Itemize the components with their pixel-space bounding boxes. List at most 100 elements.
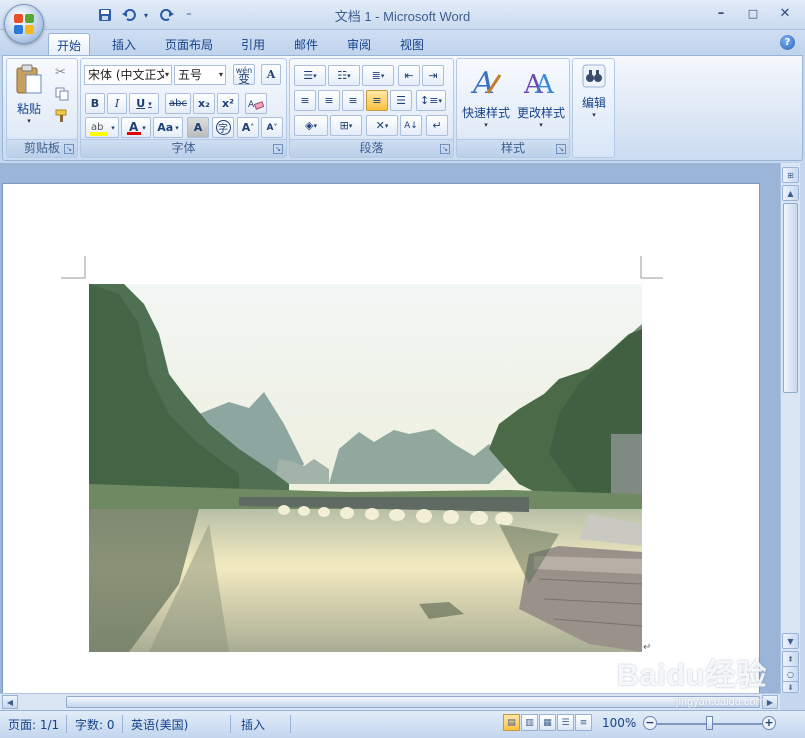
phonetic-char-icon: 变: [237, 71, 250, 86]
editing-button[interactable]: 编辑 ▾: [575, 63, 613, 119]
language[interactable]: 英语(美国): [131, 716, 188, 733]
chevron-down-icon: ▾: [175, 123, 179, 132]
tab-mailings[interactable]: 邮件: [286, 33, 326, 56]
show-marks-button[interactable]: ↵: [426, 115, 448, 136]
insert-mode[interactable]: 插入: [241, 716, 265, 733]
justify-button[interactable]: ≡: [366, 90, 388, 111]
page-count[interactable]: 页面: 1/1: [8, 716, 59, 733]
office-logo-icon: [14, 14, 34, 34]
tab-home[interactable]: 开始: [48, 33, 91, 56]
outline-view-icon[interactable]: ☰: [557, 714, 574, 731]
tab-references[interactable]: 引用: [233, 33, 273, 56]
align-center-icon: ≡: [324, 94, 334, 107]
font-name-value: 宋体 (中文正文: [88, 68, 164, 82]
sort-button[interactable]: A↓: [400, 115, 422, 136]
font-size-combo[interactable]: 五号 ▾: [174, 65, 226, 85]
cut-icon[interactable]: ✂: [55, 65, 66, 80]
help-icon[interactable]: ?: [780, 35, 795, 50]
scroll-up-button[interactable]: ▲: [782, 185, 799, 201]
increase-indent-button[interactable]: ⇥: [422, 65, 444, 86]
document-page[interactable]: ↵: [2, 183, 760, 693]
paste-button[interactable]: 粘贴 ▾: [11, 63, 47, 125]
vertical-scrollbar[interactable]: ⊞ ▲ ▼ ⇞ ○ ⇟: [780, 163, 800, 693]
underline-button[interactable]: U ▾: [129, 93, 159, 114]
line-spacing-button[interactable]: ↕≡ ▾: [416, 90, 446, 111]
quick-styles-button[interactable]: A 快速样式 ▾: [459, 65, 513, 129]
office-button[interactable]: [4, 4, 44, 44]
strikethrough-button[interactable]: abc: [165, 93, 191, 114]
font-color-button[interactable]: A ▾: [121, 117, 151, 138]
word-count[interactable]: 字数: 0: [75, 716, 115, 733]
font-launcher-icon[interactable]: ↘: [273, 144, 283, 154]
increase-indent-icon: ⇥: [428, 69, 438, 82]
minimize-button[interactable]: –: [709, 4, 733, 22]
tab-view[interactable]: 视图: [392, 33, 432, 56]
paste-dropdown-icon: ▾: [27, 117, 31, 125]
baidu-watermark: Baidu经验: [617, 659, 768, 692]
highlight-button[interactable]: ab ▾: [85, 117, 119, 138]
clipboard-launcher-icon[interactable]: ↘: [64, 144, 74, 154]
shrink-font-button[interactable]: A ˅: [261, 117, 283, 138]
landscape-photo[interactable]: [89, 284, 642, 652]
change-styles-button[interactable]: AA 更改样式 ▾: [513, 65, 569, 129]
chevron-down-icon: ▾: [384, 121, 389, 130]
print-layout-view-icon[interactable]: ▤: [503, 714, 520, 731]
bullets-button[interactable]: ☰ ▾: [294, 65, 326, 86]
format-painter-icon[interactable]: [55, 109, 71, 126]
next-page-button[interactable]: ⇟: [782, 681, 799, 693]
arrow-down-icon: ˅: [273, 123, 278, 132]
grow-font-button[interactable]: A ˄: [237, 117, 259, 138]
decrease-indent-button[interactable]: ⇤: [398, 65, 420, 86]
zoom-in-button[interactable]: +: [762, 716, 776, 730]
editing-label: 编辑: [581, 96, 606, 110]
previous-page-button[interactable]: ⇞: [782, 651, 799, 667]
maximize-button[interactable]: □: [741, 4, 765, 22]
status-divider: [230, 715, 231, 733]
styles-launcher-icon[interactable]: ↘: [556, 144, 566, 154]
italic-button[interactable]: I: [107, 93, 127, 114]
shading-button[interactable]: ◈ ▾: [294, 115, 328, 136]
align-center-button[interactable]: ≡: [318, 90, 340, 111]
borders-icon: ⊞: [339, 119, 349, 132]
scrollbar-thumb[interactable]: [783, 203, 798, 393]
bold-button[interactable]: B: [85, 93, 105, 114]
ruler-toggle-icon[interactable]: ⊞: [782, 167, 799, 183]
borders-button[interactable]: ⊞ ▾: [330, 115, 362, 136]
quick-styles-icon: A: [470, 66, 502, 101]
web-layout-icon[interactable]: ▦: [539, 714, 556, 731]
copy-icon[interactable]: [55, 87, 69, 104]
zoom-slider-thumb[interactable]: [706, 716, 713, 730]
char-shading-button[interactable]: A: [187, 117, 209, 138]
chinese-layout-button[interactable]: ✕ ▾: [366, 115, 398, 136]
phonetic-guide-button[interactable]: wén 变: [233, 64, 255, 85]
enclose-char-button[interactable]: 字: [212, 117, 234, 138]
align-left-button[interactable]: ≡: [294, 90, 316, 111]
font-name-combo[interactable]: 宋体 (中文正文 ▾: [84, 65, 172, 85]
change-case-button[interactable]: Aa ▾: [153, 117, 183, 138]
scroll-left-button[interactable]: ◀: [2, 695, 18, 709]
horizontal-scrollbar-thumb[interactable]: [66, 696, 760, 708]
horizontal-scrollbar[interactable]: ◀ ▶: [0, 693, 780, 710]
clear-formatting-button[interactable]: A: [245, 93, 267, 114]
paragraph-launcher-icon[interactable]: ↘: [440, 144, 450, 154]
full-screen-reading-icon[interactable]: ▥: [521, 714, 538, 731]
align-right-button[interactable]: ≡: [342, 90, 364, 111]
zoom-out-button[interactable]: −: [643, 716, 657, 730]
multilevel-list-button[interactable]: ≣ ▾: [362, 65, 394, 86]
clipboard-group: 粘贴 ▾ ✂ 剪贴板 ↘: [6, 58, 78, 158]
superscript-button[interactable]: x²: [217, 93, 239, 114]
numbering-button[interactable]: ☷ ▾: [328, 65, 360, 86]
select-browse-object-button[interactable]: ○: [782, 666, 799, 682]
close-button[interactable]: ✕: [773, 4, 797, 22]
tab-page-layout[interactable]: 页面布局: [157, 33, 221, 56]
subscript-button[interactable]: x₂: [193, 93, 215, 114]
draft-view-icon[interactable]: ≡: [575, 714, 592, 731]
eraser-icon: A: [248, 100, 264, 110]
distributed-button[interactable]: ☰: [390, 90, 412, 111]
tab-review[interactable]: 审阅: [339, 33, 379, 56]
chevron-down-icon: ▾: [484, 121, 488, 129]
tab-insert[interactable]: 插入: [104, 33, 144, 56]
char-border-button[interactable]: A: [261, 64, 281, 85]
zoom-level[interactable]: 100%: [602, 716, 636, 730]
scroll-down-button[interactable]: ▼: [782, 633, 799, 649]
